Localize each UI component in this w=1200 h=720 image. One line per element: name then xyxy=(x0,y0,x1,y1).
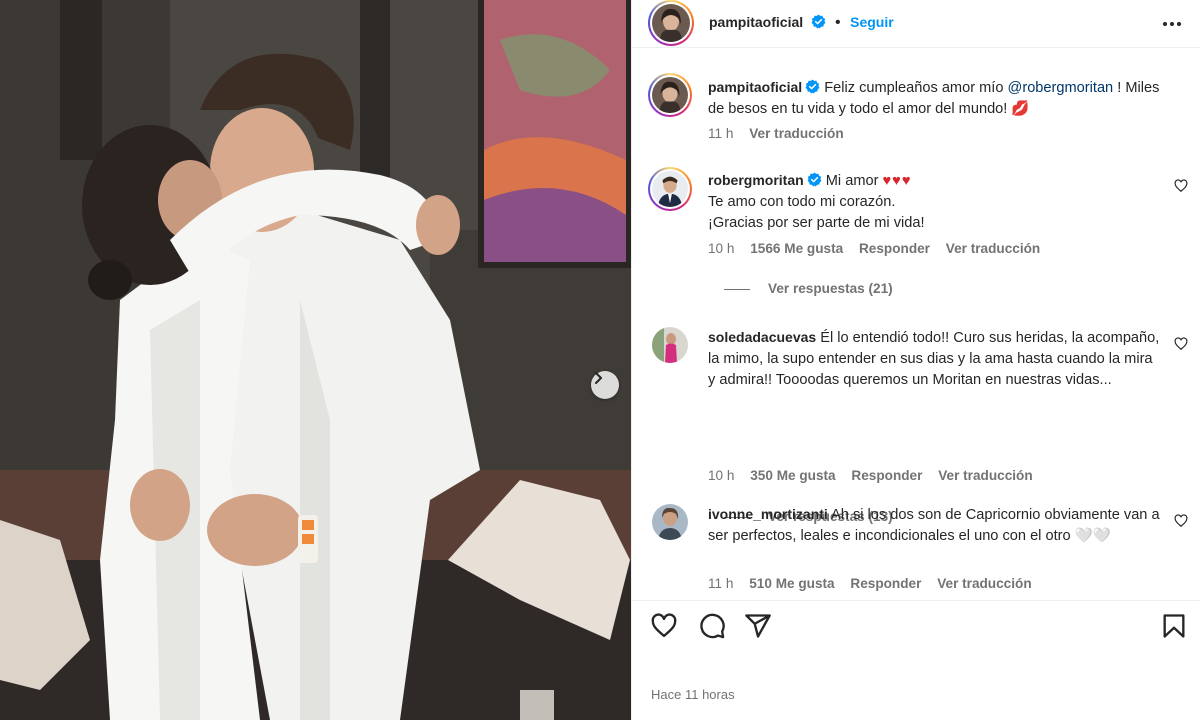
comment-meta: 11 h 510 Me gusta Responder Ver traducci… xyxy=(708,576,1044,591)
comment-username[interactable]: robergmoritan xyxy=(708,172,804,188)
reply-button[interactable]: Responder xyxy=(850,576,921,591)
view-replies-button[interactable]: Ver respuestas (21) xyxy=(724,281,893,296)
heart-icon[interactable] xyxy=(1174,514,1188,528)
bookmark-icon[interactable] xyxy=(1160,612,1188,640)
caption-meta: 11 h Ver traducción xyxy=(708,126,856,141)
avatar-image xyxy=(652,4,690,42)
reply-button[interactable]: Responder xyxy=(851,468,922,483)
red-hearts-emoji: ♥♥♥ xyxy=(882,173,912,189)
comment-username[interactable]: ivonne_mortizanti xyxy=(708,506,828,522)
comment-likes[interactable]: 1566 Me gusta xyxy=(750,241,843,256)
post-timestamp: Hace 11 horas xyxy=(651,687,735,702)
comments-list: pampitaoficial Feliz cumpleaños amor mío… xyxy=(632,49,1200,600)
translate-link[interactable]: Ver traducción xyxy=(946,241,1040,256)
comment-likes[interactable]: 510 Me gusta xyxy=(749,576,834,591)
verified-badge-icon xyxy=(811,14,826,29)
comment-time: 11 h xyxy=(708,576,734,591)
verified-badge-icon xyxy=(807,172,822,187)
heart-icon[interactable] xyxy=(650,612,678,640)
view-replies-label: Ver respuestas (21) xyxy=(768,281,893,296)
caption-avatar[interactable] xyxy=(648,73,692,117)
comment-ivonne-mortizanti: ivonne_mortizanti Ah si los dos son de C… xyxy=(648,504,1188,600)
verified-badge-icon xyxy=(805,79,820,94)
comment-username[interactable]: soledadacuevas xyxy=(708,329,816,345)
follow-button[interactable]: Seguir xyxy=(850,14,894,30)
comment-time: 10 h xyxy=(708,468,735,483)
header-username[interactable]: pampitaoficial xyxy=(709,14,803,30)
couple-kiss-photo xyxy=(0,0,631,720)
comment-avatar[interactable] xyxy=(648,167,692,211)
translate-link[interactable]: Ver traducción xyxy=(938,468,1032,483)
comment-avatar[interactable] xyxy=(652,504,688,540)
caption-username[interactable]: pampitaoficial xyxy=(708,79,802,95)
caption-text-part1: Feliz cumpleaños amor mío xyxy=(824,80,1008,96)
heart-icon[interactable] xyxy=(1174,337,1188,351)
comment-soledadacuevas: soledadacuevas Él lo entendió todo!! Cur… xyxy=(648,327,1188,524)
avatar-image xyxy=(652,504,688,540)
comment-text: robergmoritan Mi amor ♥♥♥ Te amo con tod… xyxy=(708,170,1160,234)
comment-text-line3: ¡Gracias por ser parte de mi vida! xyxy=(708,215,925,231)
more-options-icon[interactable] xyxy=(1160,14,1184,34)
comment-text: soledadacuevas Él lo entendió todo!! Cur… xyxy=(708,327,1160,391)
post-header: pampitaoficial • Seguir xyxy=(632,0,1200,48)
comment-text: ivonne_mortizanti Ah si los dos son de C… xyxy=(708,504,1160,547)
chevron-right-icon xyxy=(595,372,602,384)
heart-icon[interactable] xyxy=(1174,179,1188,193)
comment-meta: 10 h 350 Me gusta Responder Ver traducci… xyxy=(708,468,1045,483)
replies-divider xyxy=(724,288,750,290)
author-avatar[interactable] xyxy=(648,0,694,46)
comment-text-line2: Te amo con todo mi corazón. xyxy=(708,194,896,210)
caption-time: 11 h xyxy=(708,126,734,141)
post-actions xyxy=(632,600,1200,720)
translate-link[interactable]: Ver traducción xyxy=(937,576,1031,591)
avatar-image xyxy=(652,171,688,207)
comment-icon[interactable] xyxy=(698,612,726,640)
next-photo-button[interactable] xyxy=(591,371,619,399)
caption: pampitaoficial Feliz cumpleaños amor mío… xyxy=(648,70,1188,170)
reply-button[interactable]: Responder xyxy=(859,241,930,256)
comment-avatar[interactable] xyxy=(652,327,688,363)
comment-time: 10 h xyxy=(708,241,735,256)
comment-text-line1: Mi amor xyxy=(825,173,883,189)
caption-translate-link[interactable]: Ver traducción xyxy=(749,126,843,141)
caption-text: pampitaoficial Feliz cumpleaños amor mío… xyxy=(708,77,1160,120)
caption-mention-link[interactable]: @robergmoritan xyxy=(1008,80,1114,96)
comment-robergmoritan: robergmoritan Mi amor ♥♥♥ Te amo con tod… xyxy=(648,167,1188,307)
header-user-line: pampitaoficial • Seguir xyxy=(709,14,894,31)
post-photo xyxy=(0,0,631,720)
share-icon[interactable] xyxy=(744,612,772,640)
post-panel: pampitaoficial • Seguir pampitaoficial F… xyxy=(631,0,1200,720)
comment-likes[interactable]: 350 Me gusta xyxy=(750,468,835,483)
avatar-image xyxy=(652,77,688,113)
comment-meta: 10 h 1566 Me gusta Responder Ver traducc… xyxy=(708,241,1052,256)
avatar-image xyxy=(652,327,688,363)
